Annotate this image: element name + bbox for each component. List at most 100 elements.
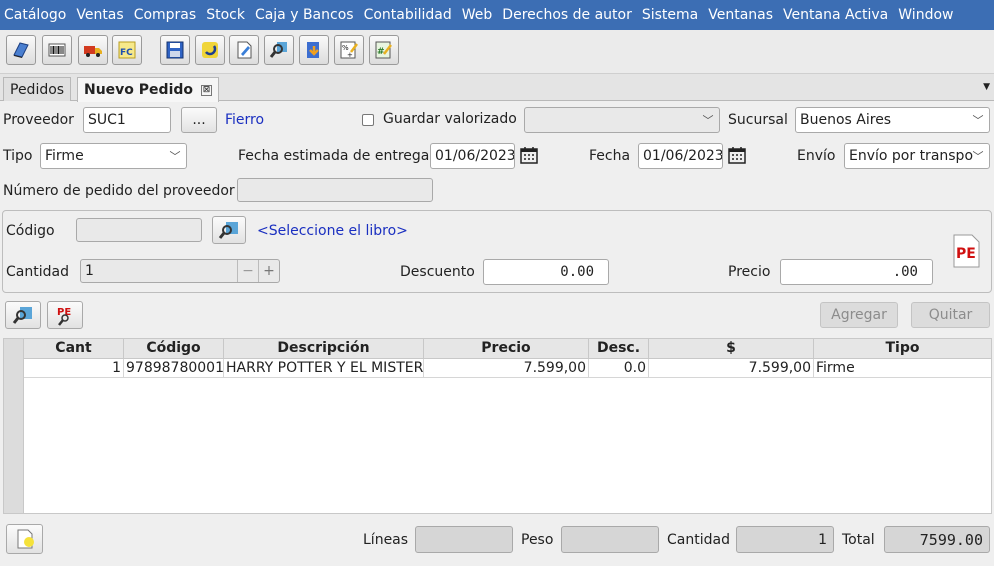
menu-stock[interactable]: Stock [206,7,245,23]
barcode-button[interactable] [42,35,72,65]
lineas-label: Líneas [363,532,409,548]
save-button[interactable] [160,35,190,65]
agregar-button[interactable]: Agregar [820,302,898,328]
tab-nuevo-pedido-label: Nuevo Pedido [84,82,194,98]
proveedor-input[interactable]: SUC1 [83,107,171,133]
pe-icon[interactable]: PE [951,234,981,268]
table-cell-desc[interactable]: 0.0 [589,359,649,378]
calendar-icon[interactable] [727,145,747,165]
tab-pedidos[interactable]: Pedidos [3,77,72,101]
table-cell-cant[interactable]: 1 [24,359,124,378]
total-value: 7599.00 [884,526,990,553]
svg-text:PE: PE [956,246,976,262]
cantidad-total-label: Cantidad [667,532,730,548]
fecha-input[interactable]: 01/06/2023 [638,143,723,169]
column-header-codigo[interactable]: Código [124,339,224,359]
cantidad-label: Cantidad [6,264,69,280]
fc-button[interactable]: FC [112,35,142,65]
browse-proveedor-button[interactable]: ... [181,107,217,133]
guardar-valorizado-select[interactable]: ﹀ [524,107,720,133]
menu-contabilidad[interactable]: Contabilidad [364,7,452,23]
search-libro-button[interactable] [212,216,246,244]
column-header-descripcion[interactable]: Descripción [224,339,424,359]
tipo-label: Tipo [3,148,33,164]
table-cell-importe[interactable]: 7.599,00 [649,359,814,378]
precio-label: Precio [728,264,771,280]
select-libro-link[interactable]: <Seleccione el libro> [257,223,408,239]
envio-label: Envío [797,148,836,164]
tab-strip: Pedidos Nuevo Pedido ⊠ ▼ [0,74,994,102]
menu-ventas[interactable]: Ventas [76,7,123,23]
sucursal-select[interactable]: Buenos Aires ﹀ [795,107,990,133]
search-button[interactable] [264,35,294,65]
toolbar: FC % + # [0,30,994,74]
proveedor-name-link[interactable]: Fierro [225,112,264,128]
precio-input[interactable]: .00 [780,259,933,285]
search-item-button[interactable] [5,301,41,329]
fc-icon: FC [118,41,136,59]
tipo-select[interactable]: Firme ﹀ [40,143,187,169]
fecha-label: Fecha [589,148,631,164]
sucursal-label: Sucursal [728,112,788,128]
edit-document-button[interactable] [229,35,259,65]
row-header-column [4,339,24,513]
calculator-icon: %+ [340,41,358,59]
search-icon [218,222,238,239]
table-cell-descripcion[interactable]: HARRY POTTER Y EL MISTERI [224,359,424,378]
numero-pedido-label: Número de pedido del proveedor [3,183,235,199]
menu-catalogo[interactable]: Catálogo [4,7,66,23]
fecha-estimada-input[interactable]: 01/06/2023 [430,143,515,169]
guardar-valorizado-checkbox[interactable] [362,114,374,126]
numero-pedido-input[interactable] [237,178,433,202]
close-tab-icon[interactable]: ⊠ [201,84,213,96]
import-icon [307,42,319,58]
calendar-icon[interactable] [519,145,539,165]
menu-derechos-autor[interactable]: Derechos de autor [502,7,632,23]
proveedor-label: Proveedor [3,112,74,128]
undo-button[interactable] [195,35,225,65]
menu-ventanas[interactable]: Ventanas [708,7,773,23]
table-cell-precio[interactable]: 7.599,00 [424,359,589,378]
fecha-estimada-label: Fecha estimada de entrega [238,148,430,164]
pe-search-icon: PE [57,307,71,326]
tab-list-chevron-icon[interactable]: ▼ [983,82,990,92]
lineas-value [415,526,513,553]
hash-edit-button[interactable]: # [369,35,399,65]
codigo-input[interactable] [76,218,202,242]
column-header-precio[interactable]: Precio [424,339,589,359]
truck-button[interactable] [78,35,108,65]
truck-icon [84,46,102,57]
tab-nuevo-pedido[interactable]: Nuevo Pedido ⊠ [77,77,220,102]
svg-text:PE: PE [57,307,71,318]
envio-select[interactable]: Envío por transpo ﹀ [844,143,990,169]
undo-icon [202,42,218,58]
cantidad-total-value: 1 [736,526,834,553]
pe-search-button[interactable]: PE [47,301,83,329]
search-icon [12,307,32,324]
increment-button[interactable]: + [258,260,279,282]
descuento-input[interactable]: 0.00 [483,259,609,285]
book-button[interactable] [6,35,36,65]
import-button[interactable] [299,35,329,65]
quitar-button[interactable]: Quitar [911,302,990,328]
peso-value [561,526,659,553]
menu-caja-bancos[interactable]: Caja y Bancos [255,7,354,23]
svg-text:FC: FC [120,48,133,58]
menu-sistema[interactable]: Sistema [642,7,698,23]
chevron-down-icon: ﹀ [972,150,984,163]
menu-ventana-activa[interactable]: Ventana Activa [783,7,888,23]
column-header-cant[interactable]: Cant [24,339,124,359]
menu-compras[interactable]: Compras [134,7,197,23]
table-cell-tipo[interactable]: Firme [814,359,991,378]
calculator-button[interactable]: % + [334,35,364,65]
column-header-tipo[interactable]: Tipo [814,339,991,359]
table-cell-codigo[interactable]: 978987800015 [124,359,224,378]
order-lines-table[interactable]: Cant Código Descripción Precio Desc. $ T… [3,338,992,514]
column-header-importe[interactable]: $ [649,339,814,359]
menu-web[interactable]: Web [462,7,493,23]
column-header-desc[interactable]: Desc. [589,339,649,359]
new-note-button[interactable] [6,524,43,554]
decrement-button[interactable]: − [237,260,258,282]
new-document-icon [17,529,34,549]
menu-window[interactable]: Window [898,7,953,23]
